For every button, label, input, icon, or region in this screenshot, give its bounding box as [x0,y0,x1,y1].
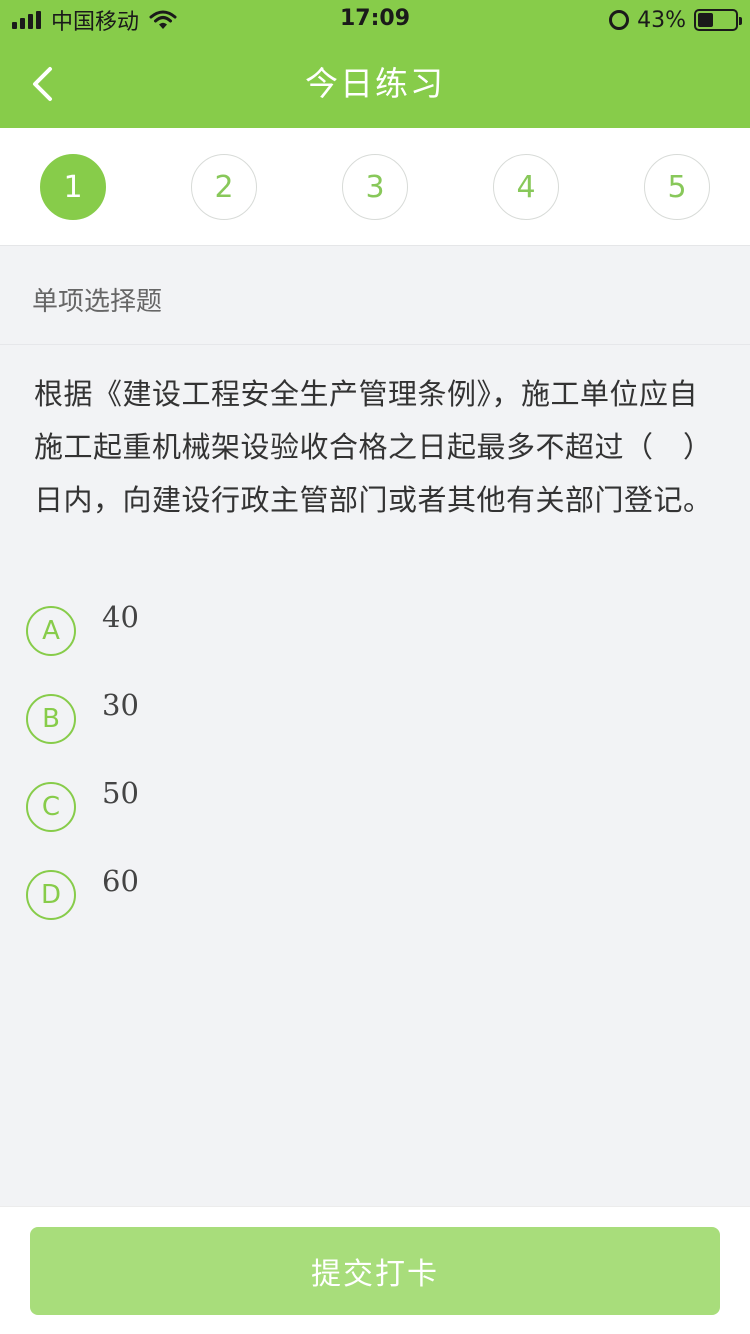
alarm-icon [609,10,630,30]
submit-checkin-button[interactable]: 提交打卡 [30,1227,720,1315]
step-5[interactable]: 5 [644,154,710,220]
step-4[interactable]: 4 [493,154,559,220]
option-letter: B [26,694,76,744]
option-letter: C [26,782,76,832]
question-type: 单项选择题 [32,287,163,317]
status-bar: 中国移动 17:09 43% [0,0,750,40]
option-a[interactable]: A 40 [26,600,716,660]
nav-bar: 今日练习 [0,40,750,128]
question-step-selector: 1 2 3 4 5 [0,128,750,246]
option-c[interactable]: C 50 [26,776,716,836]
footer: 提交打卡 [0,1206,750,1334]
page-title: 今日练习 [305,64,445,103]
option-text: 40 [102,600,139,634]
option-b[interactable]: B 30 [26,688,716,748]
question-type-section: 单项选择题 [0,247,750,345]
option-letter: D [26,870,76,920]
battery-icon [694,9,742,31]
battery-percent: 43% [637,7,686,33]
option-d[interactable]: D 60 [26,864,716,924]
step-2[interactable]: 2 [191,154,257,220]
step-1[interactable]: 1 [40,154,106,220]
status-right: 43% [609,6,742,34]
battery-fill [698,13,714,27]
option-text: 30 [102,688,139,722]
option-text: 60 [102,864,139,898]
header: 中国移动 17:09 43% 今日练习 [0,0,750,128]
step-3[interactable]: 3 [342,154,408,220]
question-text: 根据《建设工程安全生产管理条例》，施工单位应自施工起重机械架设验收合格之日起最多… [34,377,713,517]
option-letter: A [26,606,76,656]
option-text: 50 [102,776,139,810]
